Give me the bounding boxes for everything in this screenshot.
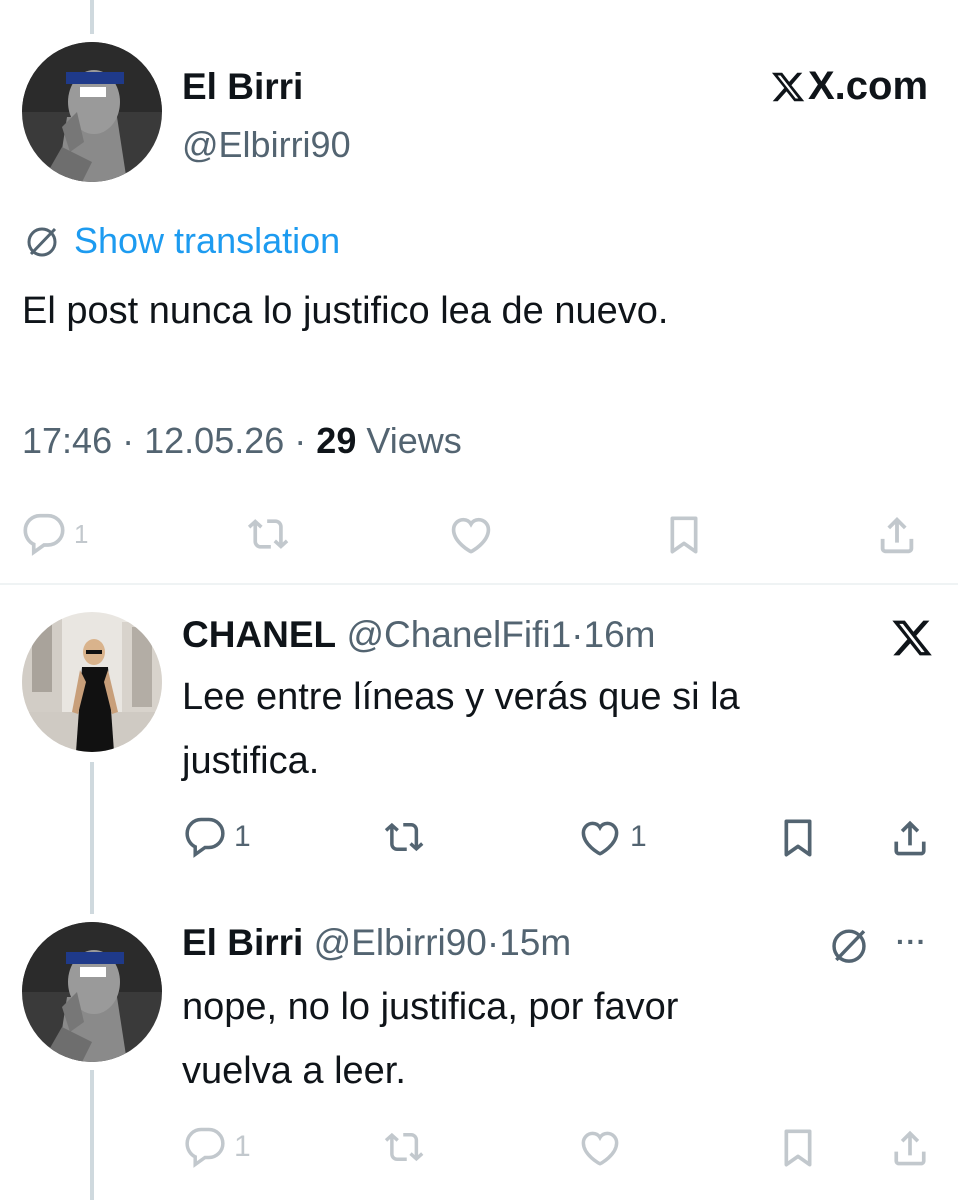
author-handle[interactable]: @ChanelFifi1 — [346, 614, 571, 655]
bookmark-button[interactable] — [778, 1126, 818, 1170]
reply-button[interactable]: 1 — [184, 816, 251, 858]
bookmark-icon — [670, 516, 698, 554]
translate-icon — [27, 227, 57, 257]
like-icon — [581, 1131, 619, 1166]
translate-button[interactable] — [826, 922, 872, 973]
bookmark-button[interactable] — [664, 512, 704, 558]
views-label: Views — [366, 420, 462, 461]
views-count: 29 — [316, 420, 357, 461]
bookmark-icon — [784, 819, 812, 857]
like-button[interactable] — [578, 1126, 622, 1168]
reply-time[interactable]: 16m — [584, 614, 656, 655]
share-button[interactable] — [874, 512, 920, 558]
brand-text: X.com — [808, 64, 929, 108]
author-handle[interactable]: @Elbirri90 — [314, 922, 487, 963]
tweet-date[interactable]: 12.05.26 — [144, 420, 284, 461]
like-button[interactable]: 1 — [578, 816, 647, 858]
divider — [0, 583, 958, 585]
author-name[interactable]: El Birri — [182, 66, 303, 108]
more-icon[interactable]: ··· — [896, 926, 927, 958]
retweet-button[interactable] — [382, 1126, 428, 1168]
retweet-icon — [384, 1132, 424, 1162]
meta-separator: · — [294, 420, 307, 461]
avatar[interactable] — [22, 612, 162, 752]
retweet-button[interactable] — [246, 512, 292, 556]
translate-icon — [832, 929, 866, 963]
avatar[interactable] — [22, 922, 162, 1062]
like-button[interactable] — [448, 512, 494, 556]
share-icon — [880, 516, 914, 554]
x-logo-icon — [892, 620, 932, 656]
like-count: 1 — [630, 820, 647, 853]
reply-header: CHANEL @ChanelFifi1·16m — [182, 614, 655, 656]
meta-separator: · — [571, 614, 584, 655]
reply-header: El Birri @Elbirri90·15m — [182, 922, 571, 964]
bookmark-button[interactable] — [778, 816, 818, 860]
like-icon — [451, 517, 491, 554]
retweet-button[interactable] — [382, 816, 428, 858]
share-icon — [894, 820, 926, 856]
reply-text-line: Lee entre líneas y verás que si la — [182, 676, 740, 718]
author-handle[interactable]: @Elbirri90 — [182, 124, 351, 166]
reply-text-line: nope, no lo justifica, por favor — [182, 986, 679, 1028]
author-name[interactable]: CHANEL — [182, 614, 336, 655]
thread-line — [90, 1070, 94, 1200]
reply-count: 1 — [234, 1130, 251, 1163]
thread-line-top — [90, 0, 94, 34]
x-logo-button — [890, 616, 934, 665]
like-icon — [581, 821, 619, 856]
reply-icon — [185, 817, 225, 858]
reply-button[interactable]: 1 — [22, 512, 88, 556]
reply-icon — [185, 1127, 225, 1168]
share-button[interactable] — [888, 816, 932, 860]
reply-text-line: vuelva a leer. — [182, 1050, 406, 1092]
bookmark-icon — [784, 1129, 812, 1167]
meta-separator: · — [486, 922, 500, 963]
tweet-text: El post nunca lo justifico lea de nuevo. — [22, 290, 669, 332]
avatar[interactable] — [22, 42, 162, 182]
meta-separator: · — [122, 420, 135, 461]
reply-time[interactable]: 15m — [499, 922, 571, 963]
reply-icon — [23, 513, 65, 556]
show-translation-label: Show translation — [74, 220, 341, 261]
retweet-icon — [247, 519, 289, 549]
tweet-time[interactable]: 17:46 — [22, 420, 112, 461]
brand-label: X.com — [770, 64, 928, 109]
share-icon — [894, 1130, 926, 1166]
reply-text-line: justifica. — [182, 740, 320, 782]
tweet-meta: 17:46 · 12.05.26 · 29 Views — [22, 420, 462, 462]
reply-count: 1 — [234, 820, 251, 853]
show-translation-link[interactable]: Show translation — [22, 220, 340, 262]
retweet-icon — [384, 822, 424, 852]
reply-count: 1 — [74, 518, 89, 549]
thread-line — [90, 762, 94, 914]
author-name[interactable]: El Birri — [182, 922, 303, 963]
reply-button[interactable]: 1 — [184, 1126, 251, 1168]
share-button[interactable] — [888, 1126, 932, 1170]
